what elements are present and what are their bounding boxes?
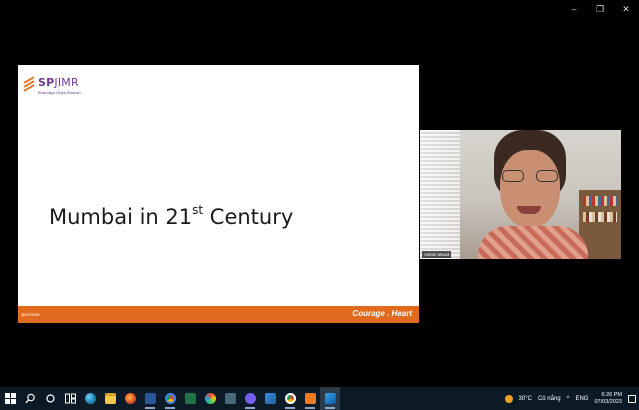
- weather-sun-icon[interactable]: [504, 394, 513, 403]
- close-button[interactable]: ✕: [613, 0, 639, 18]
- restore-button[interactable]: ❐: [587, 0, 613, 18]
- calculator-icon[interactable]: [220, 387, 240, 410]
- window-blinds: [420, 130, 460, 259]
- logo-tagline: Bharatiya Vidya Bhavan: [38, 90, 81, 95]
- clock-time: 6:26 PM: [601, 391, 622, 398]
- slide-footer-bar: @SPJIMR Courage . Heart: [18, 306, 419, 323]
- books-row: [583, 212, 617, 222]
- minimize-button[interactable]: –: [561, 0, 587, 18]
- spjimr-logo: SPJIMR Bharatiya Vidya Bhavan: [23, 76, 81, 95]
- participant-video-tile[interactable]: Aslam Mood: [420, 130, 621, 259]
- photos-icon[interactable]: [260, 387, 280, 410]
- word-icon[interactable]: [140, 387, 160, 410]
- logo-name: SPJIMR: [38, 76, 79, 89]
- task-view-icon[interactable]: [40, 387, 60, 410]
- clock[interactable]: 6:26 PM 07/03/2023: [594, 392, 622, 406]
- participant-name-label: Aslam Mood: [422, 251, 452, 258]
- paint-icon[interactable]: [200, 387, 220, 410]
- widgets-icon[interactable]: [60, 387, 80, 410]
- remote-desktop-icon[interactable]: [320, 387, 340, 410]
- shared-slide: SPJIMR Bharatiya Vidya Bhavan Mumbai in …: [18, 65, 419, 323]
- participant-face: [500, 150, 560, 228]
- footer-tagline: Courage . Heart: [352, 309, 412, 318]
- chrome-icon[interactable]: [160, 387, 180, 410]
- app-icon[interactable]: [300, 387, 320, 410]
- weather-temperature[interactable]: 30°C: [519, 396, 532, 402]
- viber-icon[interactable]: [240, 387, 260, 410]
- file-explorer-icon[interactable]: [100, 387, 120, 410]
- footer-handle: @SPJIMR: [21, 312, 40, 317]
- notification-icon[interactable]: [628, 394, 636, 403]
- language-indicator[interactable]: ENG: [575, 396, 588, 402]
- glasses: [502, 170, 558, 184]
- windows-taskbar: 30°C Cô nắng ^ ENG 6:26 PM 07/03/2023: [0, 387, 639, 410]
- participant-clothing: [478, 226, 588, 259]
- edge-icon[interactable]: [80, 387, 100, 410]
- chrome-alt-icon[interactable]: [280, 387, 300, 410]
- excel-icon[interactable]: [180, 387, 200, 410]
- tray-chevron-icon[interactable]: ^: [567, 396, 570, 402]
- system-tray: 30°C Cô nắng ^ ENG 6:26 PM 07/03/2023: [502, 387, 639, 410]
- firefox-icon[interactable]: [120, 387, 140, 410]
- clock-date: 07/03/2023: [594, 398, 622, 405]
- search-icon[interactable]: [20, 387, 40, 410]
- windows-start-icon[interactable]: [0, 387, 20, 410]
- slide-title: Mumbai in 21st Century: [49, 203, 294, 229]
- window-controls: – ❐ ✕: [561, 0, 639, 18]
- logo-mark-icon: [23, 76, 37, 95]
- books-row: [583, 196, 617, 206]
- weather-text[interactable]: Cô nắng: [538, 396, 561, 402]
